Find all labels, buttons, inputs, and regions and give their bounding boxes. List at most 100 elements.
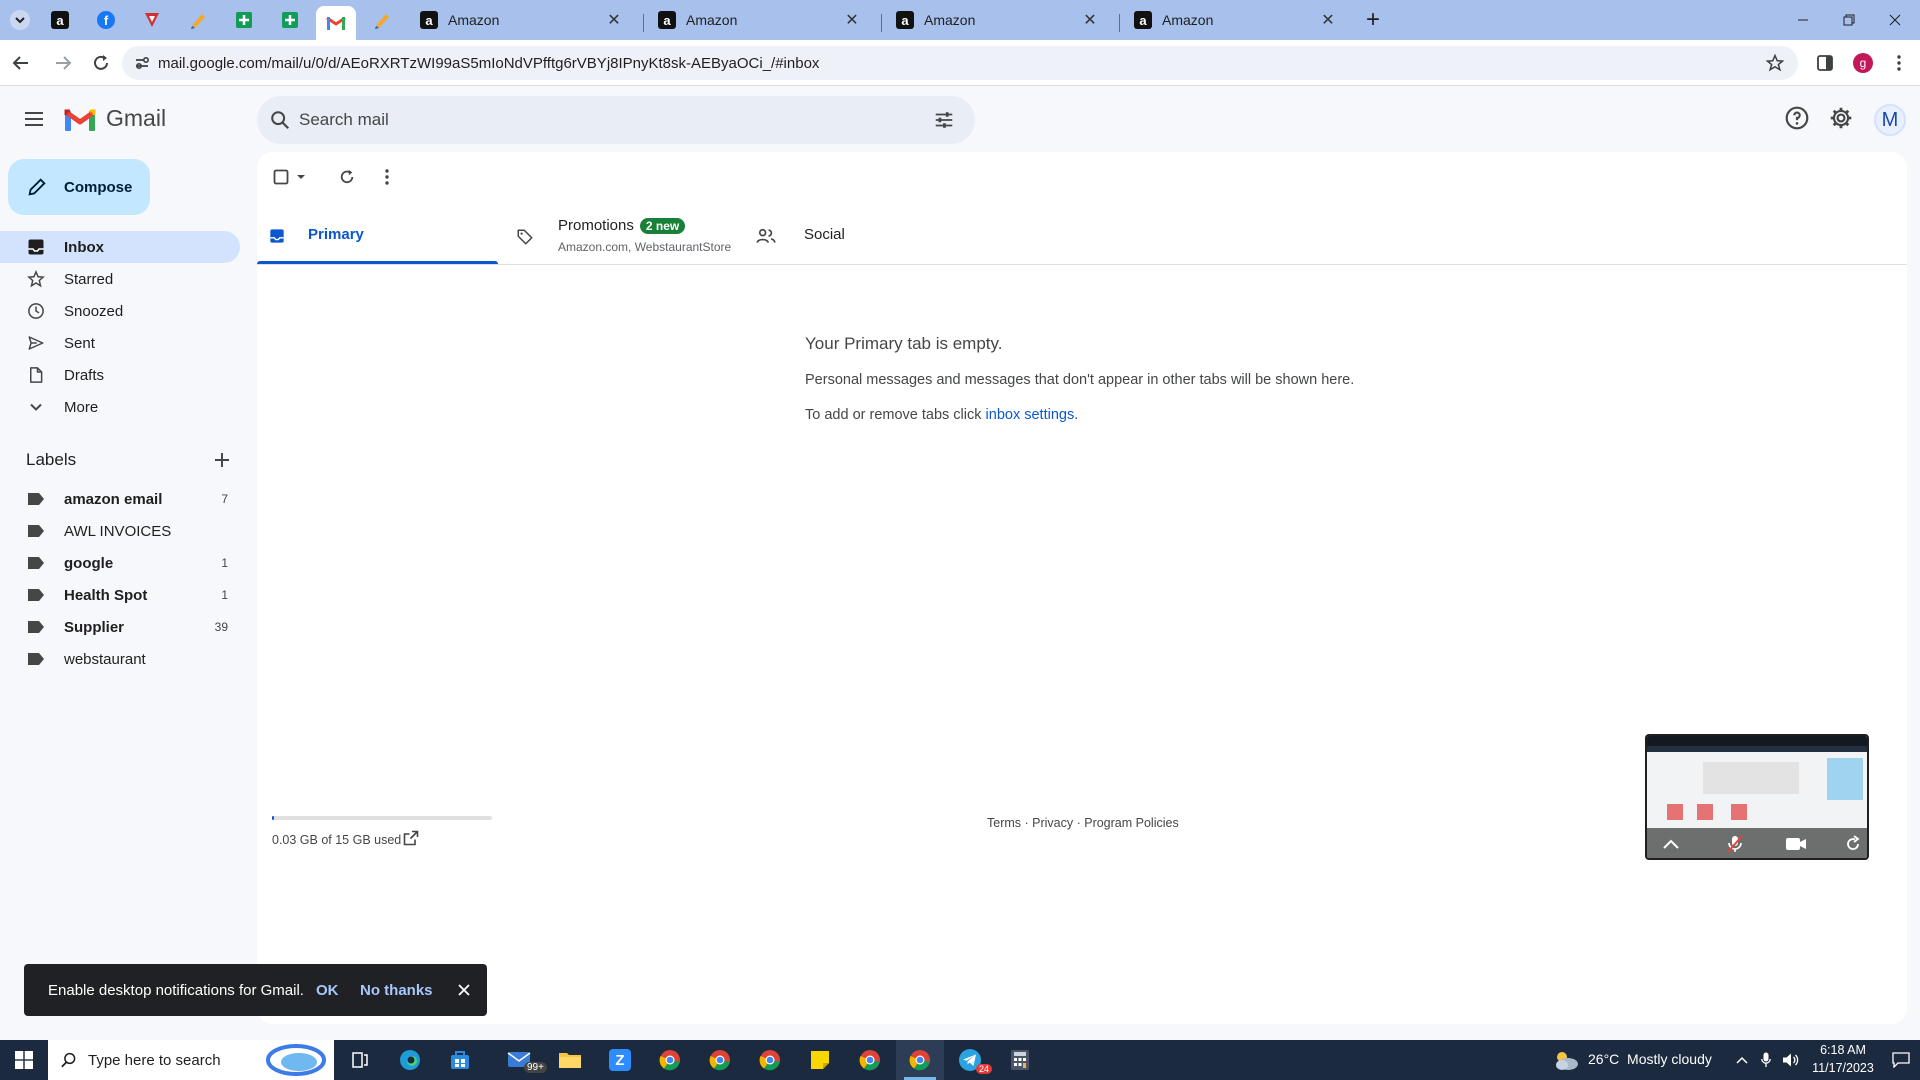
sidebar-item-sent[interactable]: Sent xyxy=(0,327,240,359)
pinned-tab-pen[interactable] xyxy=(178,6,218,34)
snackbar-ok-button[interactable]: OK xyxy=(316,982,339,999)
sidebar-item-more[interactable]: More xyxy=(0,391,240,423)
camera-icon[interactable] xyxy=(1785,836,1807,852)
compose-button[interactable]: Compose xyxy=(8,159,150,215)
taskbar-app-store[interactable] xyxy=(436,1040,484,1080)
support-button[interactable] xyxy=(1784,105,1812,133)
picture-in-picture-window[interactable] xyxy=(1645,734,1869,860)
tab-promotions[interactable]: Promotions 2 new Amazon.com, WebstaurantS… xyxy=(498,208,738,264)
taskbar-search-box[interactable]: Type here to search xyxy=(48,1040,334,1080)
gmail-logo[interactable] xyxy=(64,108,96,132)
taskbar-app-chrome-4[interactable] xyxy=(846,1040,894,1080)
open-external-icon[interactable] xyxy=(403,830,419,846)
taskbar-app-chrome-1[interactable] xyxy=(646,1040,694,1080)
label-awl-invoices[interactable]: AWL INVOICES xyxy=(0,515,240,547)
taskbar-app-chrome-2[interactable] xyxy=(696,1040,744,1080)
account-avatar[interactable]: M xyxy=(1874,104,1906,136)
taskbar-app-zoom[interactable]: Z xyxy=(596,1040,644,1080)
sidebar-item-drafts[interactable]: Drafts xyxy=(0,359,240,391)
search-input[interactable]: Search mail xyxy=(299,110,389,130)
new-tab-button[interactable]: + xyxy=(1357,6,1389,34)
site-info-icon[interactable] xyxy=(134,55,150,71)
pinned-tab-amazon[interactable]: a xyxy=(40,6,80,34)
mic-off-icon[interactable] xyxy=(1725,834,1745,854)
side-panel-icon xyxy=(1817,55,1833,71)
tab-amazon-2[interactable]: a Amazon ✕ xyxy=(646,6,872,34)
taskbar-app-chrome-active[interactable] xyxy=(896,1040,944,1080)
tab-search-button[interactable] xyxy=(2,6,38,34)
label-google[interactable]: google 1 xyxy=(0,547,240,579)
star-icon[interactable] xyxy=(1766,54,1784,72)
privacy-link[interactable]: Privacy xyxy=(1032,816,1073,830)
minimize-button[interactable] xyxy=(1780,0,1826,40)
volume-button[interactable] xyxy=(1778,1040,1804,1080)
close-icon[interactable]: ✕ xyxy=(844,12,860,29)
program-policies-link[interactable]: Program Policies xyxy=(1084,816,1178,830)
sidebar-item-inbox[interactable]: Inbox xyxy=(0,231,240,263)
pinned-tab-sheets-2[interactable] xyxy=(270,6,310,34)
search-icon[interactable] xyxy=(269,109,291,131)
task-view-button[interactable] xyxy=(336,1040,384,1080)
address-bar[interactable]: mail.google.com/mail/u/0/d/AEoRXRTzWI99a… xyxy=(122,46,1798,80)
taskbar-search-input[interactable]: Type here to search xyxy=(88,1052,221,1069)
side-panel-button[interactable] xyxy=(1810,48,1840,78)
taskbar-app-chrome-3[interactable] xyxy=(746,1040,794,1080)
sidebar-item-snoozed[interactable]: Snoozed xyxy=(0,295,240,327)
restore-button[interactable] xyxy=(1826,0,1872,40)
back-button[interactable] xyxy=(6,48,36,78)
pinned-tab-facebook[interactable]: f xyxy=(86,6,126,34)
label-health-spot[interactable]: Health Spot 1 xyxy=(0,579,240,611)
create-label-button[interactable] xyxy=(210,448,234,472)
clock-date[interactable]: 11/17/2023 xyxy=(1804,1061,1882,1075)
pinned-tab-shield[interactable] xyxy=(132,6,172,34)
search-options-icon[interactable] xyxy=(933,109,955,131)
tab-amazon-4[interactable]: a Amazon ✕ xyxy=(1122,6,1348,34)
tab-social[interactable]: Social xyxy=(738,208,978,264)
close-icon[interactable]: ✕ xyxy=(1320,12,1336,29)
taskbar-app-sticky-notes[interactable] xyxy=(796,1040,844,1080)
taskbar-app-mail[interactable]: 99+ xyxy=(496,1040,547,1080)
tab-primary[interactable]: Primary xyxy=(257,208,498,264)
taskbar-app-edge[interactable] xyxy=(386,1040,434,1080)
start-button[interactable] xyxy=(0,1040,48,1080)
chevron-up-icon[interactable] xyxy=(1661,836,1681,852)
browser-menu-button[interactable] xyxy=(1884,48,1914,78)
pinned-tab-pen-2[interactable] xyxy=(362,6,402,34)
weather-widget[interactable] xyxy=(1548,1040,1584,1080)
tray-overflow-button[interactable] xyxy=(1730,1040,1754,1080)
select-all-checkbox[interactable] xyxy=(271,164,311,190)
microphone-indicator[interactable] xyxy=(1754,1040,1778,1080)
snackbar-close-button[interactable] xyxy=(452,978,476,1002)
reload-button[interactable] xyxy=(86,48,116,78)
tab-amazon-3[interactable]: a Amazon ✕ xyxy=(884,6,1110,34)
label-webstaurant[interactable]: webstaurant xyxy=(0,643,240,675)
profile-button[interactable]: g xyxy=(1848,48,1878,78)
refresh-button[interactable] xyxy=(334,164,360,190)
notifications-button[interactable] xyxy=(1882,1040,1920,1080)
taskbar-app-telegram[interactable]: 24 xyxy=(946,1040,994,1080)
weather-text[interactable]: 26°C Mostly cloudy xyxy=(1588,1051,1712,1067)
pinned-tab-sheets[interactable] xyxy=(224,6,264,34)
taskbar-app-file-explorer[interactable] xyxy=(546,1040,594,1080)
snackbar-no-thanks-button[interactable]: No thanks xyxy=(360,982,433,999)
pinned-tab-gmail-active[interactable] xyxy=(316,6,356,40)
window-close-button[interactable] xyxy=(1872,0,1918,40)
taskbar-app-calculator[interactable] xyxy=(996,1040,1044,1080)
label-supplier[interactable]: Supplier 39 xyxy=(0,611,240,643)
search-bar[interactable]: Search mail xyxy=(257,96,975,144)
label-amazon-email[interactable]: amazon email 7 xyxy=(0,483,240,515)
sidebar-item-starred[interactable]: Starred xyxy=(0,263,240,295)
close-icon[interactable]: ✕ xyxy=(1082,12,1098,29)
settings-button[interactable] xyxy=(1828,105,1856,133)
forward-button[interactable] xyxy=(48,48,78,78)
back-to-tab-icon[interactable] xyxy=(1843,834,1863,854)
tag-icon xyxy=(517,229,533,245)
more-actions-button[interactable] xyxy=(374,164,400,190)
clock-time[interactable]: 6:18 AM xyxy=(1808,1043,1878,1057)
terms-link[interactable]: Terms xyxy=(987,816,1021,830)
inbox-settings-link[interactable]: inbox settings xyxy=(986,407,1075,423)
main-menu-button[interactable] xyxy=(22,107,48,133)
search-highlight-icon xyxy=(266,1044,326,1076)
tab-amazon-1[interactable]: a Amazon ✕ xyxy=(408,6,634,34)
close-icon[interactable]: ✕ xyxy=(606,12,622,29)
